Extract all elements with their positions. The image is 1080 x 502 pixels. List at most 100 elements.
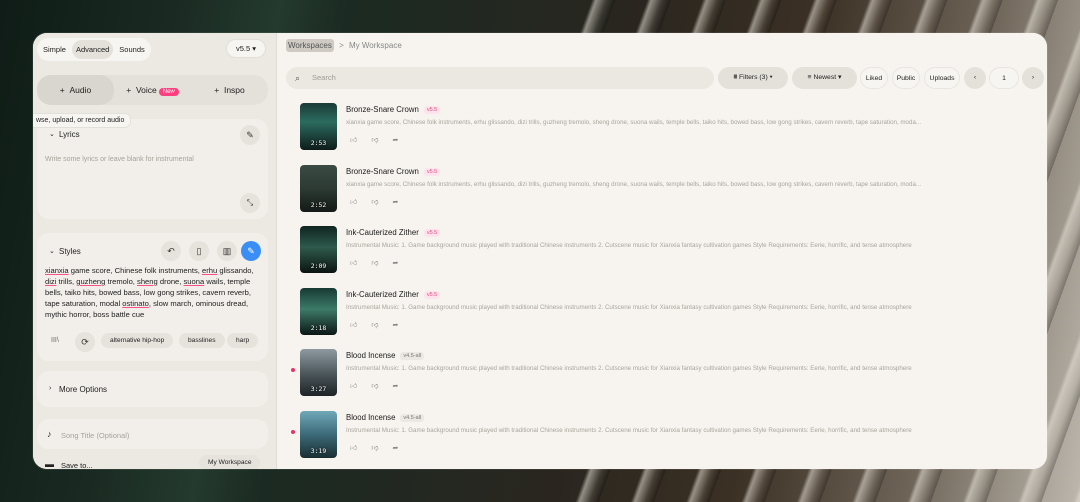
share-icon[interactable]: ➦	[392, 199, 412, 206]
styles-card: ⌄ Styles ↶ ▯ ▥ ✎ xianxia game score, Chi…	[37, 233, 268, 361]
filters-button[interactable]: ⩩ Filters (3) ▾	[718, 67, 788, 89]
chevron-down-icon[interactable]: ⌄	[49, 247, 55, 255]
song-title-text: Bronze-Snare Crown	[346, 105, 419, 114]
song-duration: 2:53	[310, 139, 327, 147]
song-actions: 👍︎👎︎➦	[350, 197, 412, 206]
trash-icon[interactable]: ▥	[217, 241, 237, 261]
chevron-down-icon: ▾	[252, 44, 256, 53]
song-row[interactable]: 3:27 Blood Incense v4.5-all Instrumental Mu…	[291, 347, 1023, 404]
next-page-button[interactable]: ›	[1022, 67, 1044, 89]
sort-button[interactable]: ≡ Newest ▾	[792, 67, 857, 89]
version-select[interactable]: v5.5 ▾	[225, 39, 266, 58]
undo-icon[interactable]: ↶	[161, 241, 181, 261]
share-icon[interactable]: ➦	[392, 445, 412, 452]
prev-page-button[interactable]: ‹	[964, 67, 986, 89]
song-cover[interactable]: 2:09	[300, 226, 337, 273]
share-icon[interactable]: ➦	[392, 322, 412, 329]
more-options[interactable]: › More Options	[37, 371, 268, 407]
song-title-field[interactable]: ♪ Song Title (Optional)	[37, 419, 268, 449]
magic-wand-icon[interactable]: ✎	[240, 125, 260, 145]
song-cover[interactable]: 3:27	[300, 349, 337, 396]
bars-icon[interactable]: III\	[51, 337, 59, 344]
mode-switch: Simple Advanced Sounds	[37, 38, 151, 61]
thumbs-up-icon[interactable]: 👍︎	[350, 199, 371, 206]
breadcrumb-separator: >	[339, 41, 344, 50]
page-number[interactable]: 1	[989, 67, 1019, 89]
public-filter[interactable]: Public	[892, 67, 920, 89]
tab-voice[interactable]: + Voice New	[114, 75, 191, 105]
song-title[interactable]: Bronze-Snare Crown v5.5	[346, 167, 441, 176]
thumbs-down-icon[interactable]: 👎︎	[371, 199, 392, 206]
share-icon[interactable]: ➦	[392, 260, 412, 267]
chevron-down-icon: ▾	[769, 74, 773, 81]
song-cover[interactable]: 3:19	[300, 410, 337, 458]
song-title[interactable]: Ink-Cauterized Zither v5.5	[346, 290, 441, 299]
version-badge: v5.5	[423, 229, 441, 237]
song-row[interactable]: 3:19 Blood Incense v4.5-all Instrumental Mu…	[291, 409, 1023, 466]
song-description: xianxia game score, Chinese folk instrum…	[346, 180, 922, 188]
share-icon[interactable]: ➦	[392, 383, 412, 390]
song-title[interactable]: Blood Incense v4.5-all	[346, 351, 425, 360]
thumbs-down-icon[interactable]: 👎︎	[371, 137, 392, 144]
thumbs-up-icon[interactable]: 👍︎	[350, 445, 371, 452]
thumbs-up-icon[interactable]: 👍︎	[350, 322, 371, 329]
workspace-panel: Workspaces > My Workspace ⌕ Search ⩩ Filt…	[278, 33, 1047, 469]
lyrics-input[interactable]: Write some lyrics or leave blank for ins…	[45, 156, 194, 163]
song-cover[interactable]: 2:52	[300, 164, 337, 212]
thumbs-down-icon[interactable]: 👎︎	[371, 260, 392, 267]
thumbs-down-icon[interactable]: 👎︎	[371, 383, 392, 390]
shuffle-icon[interactable]: ⟳	[75, 332, 95, 352]
style-chip[interactable]: alternative hip-hop	[101, 333, 174, 348]
breadcrumb-current: My Workspace	[349, 41, 402, 50]
song-row[interactable]: 2:52 Bronze-Snare Crown v5.5 xianxia game s…	[298, 163, 1023, 220]
thumbs-down-icon[interactable]: 👎︎	[371, 322, 392, 329]
styles-input[interactable]: xianxia game score, Chinese folk instrum…	[45, 266, 263, 321]
magic-wand-icon[interactable]: ✎	[241, 241, 261, 261]
tab-simple[interactable]: Simple	[39, 40, 70, 59]
style-chip[interactable]: basslines	[179, 333, 225, 348]
liked-filter[interactable]: Liked	[860, 67, 888, 89]
chevron-right-icon: ›	[49, 385, 52, 392]
plus-icon: +	[126, 85, 132, 95]
song-actions: 👍︎👎︎➦	[350, 381, 412, 390]
song-title[interactable]: Blood Incense v4.5-all	[346, 413, 425, 422]
thumbs-up-icon[interactable]: 👍︎	[350, 383, 371, 390]
song-title[interactable]: Bronze-Snare Crown v5.5	[346, 105, 441, 114]
song-duration: 2:18	[310, 323, 327, 332]
breadcrumb: Workspaces > My Workspace	[286, 39, 402, 52]
song-description: Instrumental Music: 1. Game background m…	[346, 303, 912, 311]
expand-icon[interactable]: ⤡	[240, 193, 260, 213]
tab-sounds[interactable]: Sounds	[115, 40, 148, 59]
thumbs-down-icon[interactable]: 👎︎	[371, 445, 392, 452]
style-chip[interactable]: harp	[227, 333, 259, 348]
song-description: Instrumental Music: 1. Game background m…	[346, 365, 912, 372]
song-title-text: Ink-Cauterized Zither	[346, 228, 419, 237]
song-row[interactable]: 2:18 Ink-Cauterized Zither v5.5 Instrumenta…	[298, 286, 1023, 343]
song-title-input[interactable]: Song Title (Optional)	[61, 431, 129, 440]
thumbs-up-icon[interactable]: 👍︎	[350, 260, 371, 267]
song-actions: 👍︎👎︎➦	[350, 135, 412, 144]
breadcrumb-workspaces[interactable]: Workspaces	[286, 39, 334, 52]
tab-inspo[interactable]: + Inspo	[191, 75, 268, 105]
search-input[interactable]: ⌕ Search	[286, 67, 714, 89]
share-icon[interactable]: ➦	[392, 137, 412, 144]
tab-inspo-label: Inspo	[223, 85, 245, 95]
uploads-filter[interactable]: Uploads	[924, 67, 960, 89]
song-cover[interactable]: 2:53	[300, 103, 337, 150]
create-tabs: + Audio + Voice New + Inspo	[37, 75, 268, 105]
song-title[interactable]: Ink-Cauterized Zither v5.5	[346, 228, 441, 237]
tab-advanced[interactable]: Advanced	[71, 40, 114, 59]
song-row[interactable]: 2:53 Bronze-Snare Crown v5.5 xianxia game s…	[298, 101, 1023, 158]
song-row[interactable]: 2:09 Ink-Cauterized Zither v5.5 Instrumenta…	[298, 224, 1023, 281]
workspace-select[interactable]: My Workspace	[199, 455, 261, 469]
thumbs-up-icon[interactable]: 👍︎	[350, 137, 371, 144]
song-cover[interactable]: 2:18	[300, 287, 337, 335]
more-options-label: More Options	[59, 385, 108, 394]
bookmark-icon[interactable]: ▯	[189, 241, 209, 261]
song-duration: 2:09	[310, 262, 327, 270]
filters-label: Filters (3)	[739, 74, 768, 81]
chevron-down-icon[interactable]: ⌄	[49, 130, 55, 138]
lyrics-card: ⌄ Lyrics ✎ Write some lyrics or leave bl…	[37, 119, 268, 219]
tab-audio[interactable]: + Audio	[37, 75, 114, 105]
unplayed-dot	[291, 429, 295, 434]
